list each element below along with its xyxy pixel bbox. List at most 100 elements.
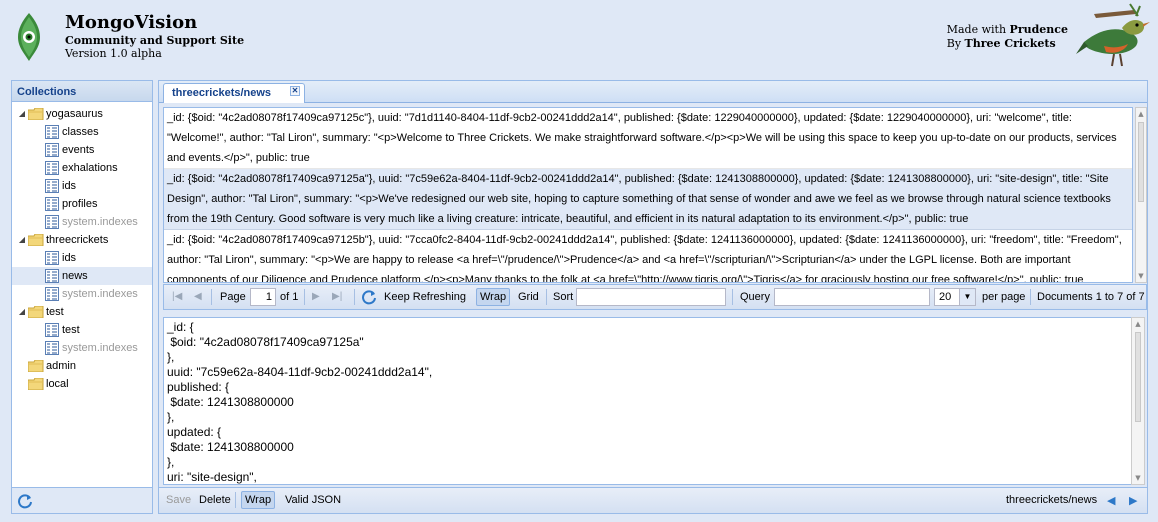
collection-icon: [45, 341, 59, 355]
document-row[interactable]: _id: {$oid: "4c2ad08078f17409ca97125c"},…: [164, 108, 1132, 169]
toolbar-separator: [732, 289, 733, 305]
tree-item[interactable]: system.indexes: [12, 339, 152, 357]
made-with-prefix: Made with: [946, 23, 1007, 36]
json-line: updated: {: [167, 425, 222, 439]
mongovision-logo-icon: [18, 13, 40, 61]
document-row[interactable]: _id: {$oid: "4c2ad08078f17409ca97125b"},…: [164, 230, 1132, 282]
document-row[interactable]: _id: {$oid: "4c2ad08078f17409ca97125a"},…: [164, 169, 1132, 230]
collection-icon: [45, 161, 59, 175]
tree-item[interactable]: events: [12, 141, 152, 159]
document-editor-toolbar: Save Delete Wrap Valid JSON threecricket…: [159, 487, 1147, 513]
refresh-icon[interactable]: [17, 493, 33, 509]
tree-item[interactable]: admin: [12, 357, 152, 375]
per-page-select[interactable]: 20 ▼: [934, 288, 976, 306]
query-input[interactable]: [774, 288, 930, 306]
current-collection-path: threecrickets/news: [1006, 494, 1098, 506]
app-title: MongoVision: [65, 12, 198, 33]
tab-strip: threecrickets/news ✕: [159, 81, 1147, 103]
by-prefix: By: [946, 37, 962, 50]
tree-item[interactable]: profiles: [12, 195, 152, 213]
page-number-input[interactable]: [250, 288, 276, 306]
json-validity-status: Valid JSON: [285, 494, 342, 506]
tree-item[interactable]: news: [12, 267, 152, 285]
keep-refreshing-button[interactable]: Keep Refreshing: [380, 288, 470, 306]
database-label: test: [46, 306, 64, 318]
app-version: Version 1.0 alpha: [65, 47, 162, 60]
collection-icon: [45, 179, 59, 193]
collection-label: events: [62, 144, 95, 156]
expand-toggle-icon[interactable]: ◢: [17, 303, 27, 321]
document-list-scrollbar[interactable]: ▲ ▼: [1135, 107, 1147, 283]
toolbar-separator: [235, 492, 236, 508]
collection-label: exhalations: [62, 162, 118, 174]
wrap-toggle-button[interactable]: Wrap: [241, 491, 276, 509]
collection-icon: [45, 125, 59, 139]
previous-document-icon[interactable]: ◀: [1107, 494, 1115, 507]
json-line: _id: {: [167, 320, 194, 334]
page-total-label: of 1: [280, 291, 299, 303]
tree-item[interactable]: ids: [12, 249, 152, 267]
collection-icon: [45, 251, 59, 265]
sort-input[interactable]: [576, 288, 726, 306]
collection-label: test: [62, 324, 80, 336]
json-line: uri: "site-design",: [167, 470, 257, 484]
tree-item[interactable]: test: [12, 321, 152, 339]
per-page-value: 20: [939, 291, 952, 303]
tree-item[interactable]: ◢ threecrickets: [12, 231, 152, 249]
json-line: uuid: "7c59e62a-8404-11df-9cb2-00241ddd2…: [167, 365, 433, 379]
documents-count: Documents 1 to 7 of 7: [1037, 291, 1145, 303]
prev-page-icon[interactable]: ◀: [194, 291, 202, 302]
tree-item[interactable]: exhalations: [12, 159, 152, 177]
tree-item[interactable]: ◢ test: [12, 303, 152, 321]
tab-threecrickets-news[interactable]: threecrickets/news ✕: [163, 83, 305, 103]
refresh-icon[interactable]: [361, 289, 377, 305]
folder-icon: [27, 233, 44, 247]
close-icon[interactable]: ✕: [290, 86, 300, 96]
tree-item[interactable]: ids: [12, 177, 152, 195]
next-document-icon[interactable]: ▶: [1129, 494, 1137, 507]
last-page-icon[interactable]: ▶|: [332, 291, 342, 302]
json-line: published: {: [167, 380, 230, 394]
credits: Made with Prudence By Three Crickets: [947, 23, 1068, 51]
folder-icon: [27, 377, 44, 391]
database-label: yogasaurus: [46, 108, 103, 120]
bird-illustration-icon: [1076, 3, 1150, 67]
collections-title: Collections: [12, 81, 152, 102]
save-button[interactable]: Save: [162, 491, 195, 509]
grid-toggle-button[interactable]: Grid: [514, 288, 543, 306]
app-header: MongoVision Community and Support Site V…: [0, 0, 1158, 76]
tree-item[interactable]: system.indexes: [12, 213, 152, 231]
collection-label: ids: [62, 180, 77, 192]
first-page-icon[interactable]: |◀: [172, 291, 182, 302]
app-subtitle: Community and Support Site: [65, 34, 245, 47]
chevron-down-icon[interactable]: ▼: [959, 289, 975, 305]
expand-toggle-icon[interactable]: ◢: [17, 105, 27, 123]
expand-toggle-icon[interactable]: ◢: [17, 231, 27, 249]
toolbar-separator: [304, 289, 305, 305]
toolbar-separator: [211, 289, 212, 305]
folder-icon: [27, 107, 44, 121]
tree-item[interactable]: local: [12, 375, 152, 393]
json-editor-scrollbar[interactable]: ▲ ▼: [1131, 317, 1145, 485]
page-label: Page: [220, 291, 246, 303]
made-with-link[interactable]: Prudence: [1010, 23, 1068, 36]
collection-label: system.indexes: [62, 216, 138, 228]
database-label: threecrickets: [46, 234, 109, 246]
wrap-toggle-button[interactable]: Wrap: [476, 288, 511, 306]
delete-button[interactable]: Delete: [195, 491, 235, 509]
collection-label: classes: [62, 126, 99, 138]
toolbar-separator: [1030, 289, 1031, 305]
json-line: },: [167, 350, 175, 364]
collections-tree: ◢ yogasaurus classes events exhalations ids pr…: [12, 102, 152, 393]
tree-item[interactable]: classes: [12, 123, 152, 141]
collection-icon: [45, 323, 59, 337]
next-page-icon[interactable]: ▶: [312, 291, 320, 302]
tree-item[interactable]: system.indexes: [12, 285, 152, 303]
main-tab-panel: threecrickets/news ✕ _id: {$oid: "4c2ad0…: [158, 80, 1148, 514]
collections-footer: [12, 487, 152, 513]
document-json-editor[interactable]: _id: { $oid: "4c2ad08078f17409ca97125a"}…: [163, 317, 1133, 485]
collection-icon: [45, 269, 59, 283]
collection-label: ids: [62, 252, 77, 264]
tree-item[interactable]: ◢ yogasaurus: [12, 105, 152, 123]
by-link[interactable]: Three Crickets: [965, 37, 1056, 50]
